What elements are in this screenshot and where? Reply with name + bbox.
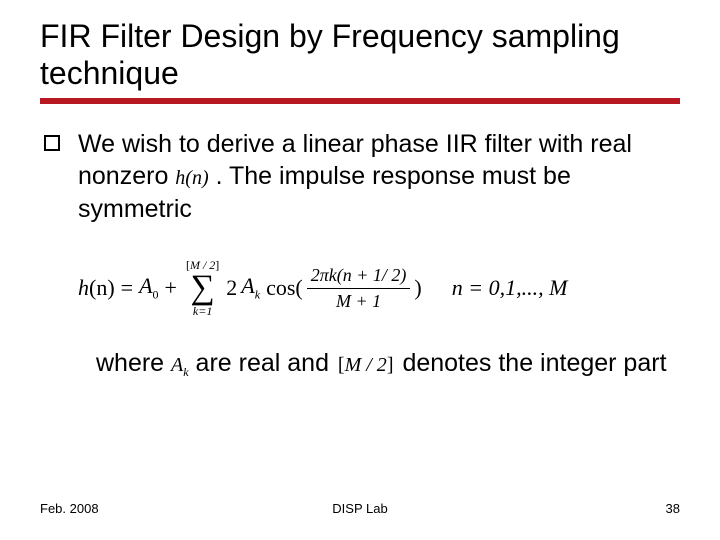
eq-two: 2 xyxy=(226,275,237,301)
inline-hn: h(n) xyxy=(175,167,208,189)
equation-main: h(n) = A0 + [M / 2] ∑ k=1 2 Ak cos( 2πk(… xyxy=(78,259,422,317)
sum-lower: k=1 xyxy=(193,305,212,317)
where-text: where Ak are real and [M / 2] denotes th… xyxy=(40,347,680,381)
eq-h: h(n) xyxy=(78,275,115,301)
eq-fraction-den: M + 1 xyxy=(332,289,385,312)
title-underline xyxy=(40,98,680,104)
eq-plus: + xyxy=(165,275,177,301)
slide: FIR Filter Design by Frequency sampling … xyxy=(0,0,720,540)
where-lead: where xyxy=(96,349,171,377)
eq-cos-close: ) xyxy=(414,275,421,301)
where-post: denotes the integer part xyxy=(402,349,666,377)
where-Ak: Ak xyxy=(171,354,189,376)
slide-title: FIR Filter Design by Frequency sampling … xyxy=(40,18,680,92)
footer-lab: DISP Lab xyxy=(40,501,680,516)
equation-row: h(n) = A0 + [M / 2] ∑ k=1 2 Ak cos( 2πk(… xyxy=(78,259,680,317)
eq-A0: A0 xyxy=(139,273,158,302)
where-bracket: [M / 2] xyxy=(336,354,396,376)
equation-range: n = 0,1,..., M xyxy=(452,275,568,301)
eq-cos-open: cos( xyxy=(266,275,303,301)
footer: Feb. 2008 DISP Lab 38 xyxy=(40,501,680,516)
sigma-icon: ∑ xyxy=(191,271,215,305)
eq-fraction: 2πk(n + 1/ 2) M + 1 xyxy=(307,265,411,311)
bullet-box-icon xyxy=(44,135,60,151)
sum-symbol: [M / 2] ∑ k=1 xyxy=(186,259,219,317)
where-mid: are real and xyxy=(196,349,336,377)
eq-fraction-num: 2πk(n + 1/ 2) xyxy=(307,265,411,289)
body-text: We wish to derive a linear phase IIR fil… xyxy=(40,128,680,226)
eq-Ak: Ak xyxy=(241,273,260,302)
eq-equals: = xyxy=(121,275,133,301)
